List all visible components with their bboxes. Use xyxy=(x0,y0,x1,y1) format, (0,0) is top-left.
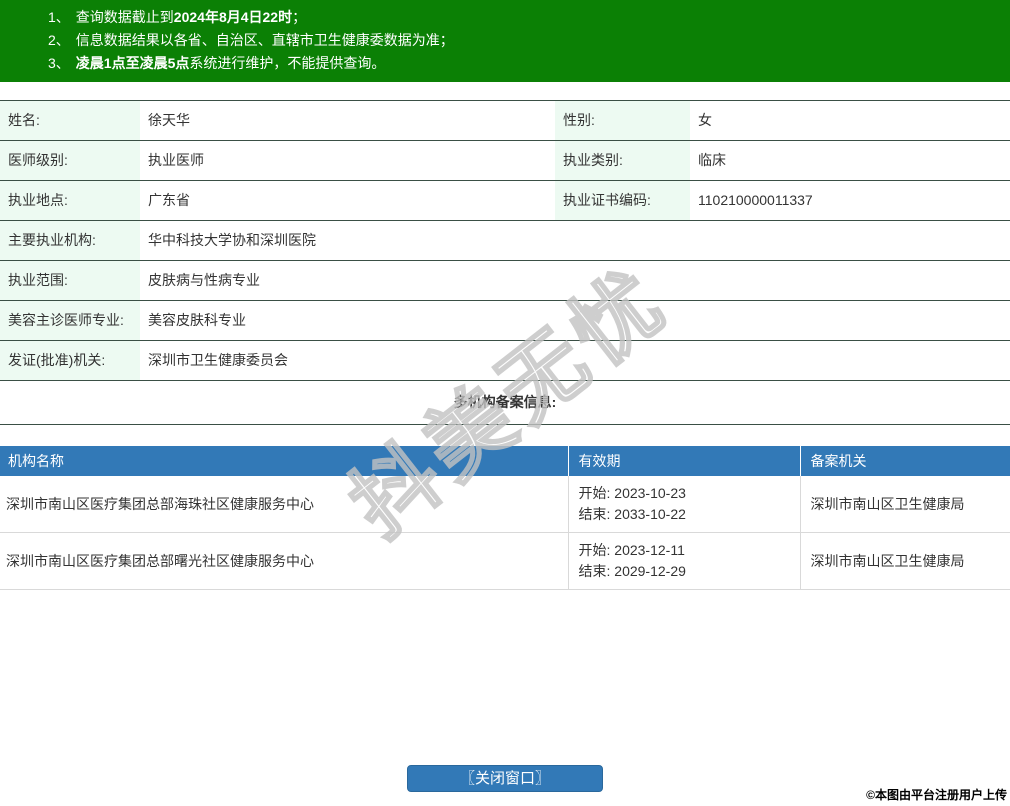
field-value-doctor-level: 执业医师 xyxy=(140,140,555,181)
column-header-org-name: 机构名称 xyxy=(0,446,569,476)
field-value-main-institution: 华中科技大学协和深圳医院 xyxy=(140,220,1010,261)
validity-start: 开始: 2023-10-23 xyxy=(578,485,686,501)
table-row: 主要执业机构: 华中科技大学协和深圳医院 xyxy=(0,220,1010,261)
notice-banner: 1、 查询数据截止到2024年8月4日22时； 2、 信息数据结果以各省、自治区、直… xyxy=(0,0,1010,82)
close-window-button[interactable]: 〖关闭窗口〗 xyxy=(407,765,603,792)
field-label-name: 姓名: xyxy=(0,100,140,141)
field-value-gender: 女 xyxy=(690,100,1010,141)
field-label-cosmetic-specialty: 美容主诊医师专业: xyxy=(0,300,140,341)
notice-line-1: 1、 查询数据截止到2024年8月4日22时； xyxy=(0,6,1010,29)
notice-text-bold: 2024年8月4日22时 xyxy=(173,9,293,25)
validity-end: 结束: 2033-10-22 xyxy=(578,506,686,522)
field-label-practice-scope: 执业范围: xyxy=(0,260,140,301)
notice-text: 系统进行维护，不能提供查询。 xyxy=(189,55,386,71)
field-value-practice-location: 广东省 xyxy=(140,180,555,221)
doctor-info-table: 姓名: 徐天华 性别: 女 医师级别: 执业医师 执业类别: 临床 执业地点: … xyxy=(0,100,1010,425)
field-label-doctor-level: 医师级别: xyxy=(0,140,140,181)
field-value-name: 徐天华 xyxy=(140,100,555,141)
section-title-multi-org: 多机构备案信息: xyxy=(0,380,1010,425)
field-value-practice-scope: 皮肤病与性病专业 xyxy=(140,260,1010,301)
field-value-certificate-number: 110210000011337 xyxy=(690,180,1010,221)
validity-period: 开始: 2023-12-11 结束: 2029-12-29 xyxy=(568,532,801,590)
field-value-practice-type: 临床 xyxy=(690,140,1010,181)
filing-authority: 深圳市南山区卫生健康局 xyxy=(800,476,1010,533)
org-name: 深圳市南山区医疗集团总部海珠社区健康服务中心 xyxy=(0,476,569,533)
notice-text-bold: 凌晨1点至凌晨5点 xyxy=(75,55,190,71)
footer-actions: 〖关闭窗口〗 xyxy=(0,765,1010,792)
table-row: 美容主诊医师专业: 美容皮肤科专业 xyxy=(0,300,1010,341)
notice-text: 信息数据结果以各省、自治区、直辖市卫生健康委数据为准； xyxy=(75,32,454,48)
field-label-practice-location: 执业地点: xyxy=(0,180,140,221)
table-row: 姓名: 徐天华 性别: 女 xyxy=(0,100,1010,141)
column-header-validity: 有效期 xyxy=(568,446,801,476)
field-label-main-institution: 主要执业机构: xyxy=(0,220,140,261)
field-label-certificate-number: 执业证书编码: xyxy=(555,180,690,221)
field-label-practice-type: 执业类别: xyxy=(555,140,690,181)
field-label-issuing-authority: 发证(批准)机关: xyxy=(0,340,140,381)
field-value-issuing-authority: 深圳市卫生健康委员会 xyxy=(140,340,1010,381)
notice-number: 1、 xyxy=(48,9,70,25)
table-row: 执业地点: 广东省 执业证书编码: 110210000011337 xyxy=(0,180,1010,221)
table-row: 发证(批准)机关: 深圳市卫生健康委员会 xyxy=(0,340,1010,381)
table-row: 深圳市南山区医疗集团总部海珠社区健康服务中心 开始: 2023-10-23 结束… xyxy=(0,476,1010,533)
notice-number: 2、 xyxy=(48,32,70,48)
column-header-filing-authority: 备案机关 xyxy=(800,446,1010,476)
validity-period: 开始: 2023-10-23 结束: 2033-10-22 xyxy=(568,476,801,533)
table-row: 多机构备案信息: xyxy=(0,380,1010,425)
org-name: 深圳市南山区医疗集团总部曙光社区健康服务中心 xyxy=(0,532,569,590)
validity-start: 开始: 2023-12-11 xyxy=(578,542,685,558)
table-row: 深圳市南山区医疗集团总部曙光社区健康服务中心 开始: 2023-12-11 结束… xyxy=(0,532,1010,590)
notice-text: ； xyxy=(292,9,307,25)
field-value-cosmetic-specialty: 美容皮肤科专业 xyxy=(140,300,1010,341)
validity-end: 结束: 2029-12-29 xyxy=(578,563,686,579)
notice-number: 3、 xyxy=(48,55,70,71)
notice-line-3: 3、 凌晨1点至凌晨5点系统进行维护，不能提供查询。 xyxy=(0,52,1010,75)
backup-org-table: 机构名称 有效期 备案机关 深圳市南山区医疗集团总部海珠社区健康服务中心 开始:… xyxy=(0,446,1010,590)
notice-line-2: 2、 信息数据结果以各省、自治区、直辖市卫生健康委数据为准； xyxy=(0,29,1010,52)
copyright-stamp: ©本图由平台注册用户上传 xyxy=(866,788,1007,802)
table-row: 医师级别: 执业医师 执业类别: 临床 xyxy=(0,140,1010,181)
notice-text: 查询数据截止到 xyxy=(75,9,174,25)
field-label-gender: 性别: xyxy=(555,100,690,141)
filing-authority: 深圳市南山区卫生健康局 xyxy=(800,532,1010,590)
table-header-row: 机构名称 有效期 备案机关 xyxy=(0,446,1010,476)
table-row: 执业范围: 皮肤病与性病专业 xyxy=(0,260,1010,301)
